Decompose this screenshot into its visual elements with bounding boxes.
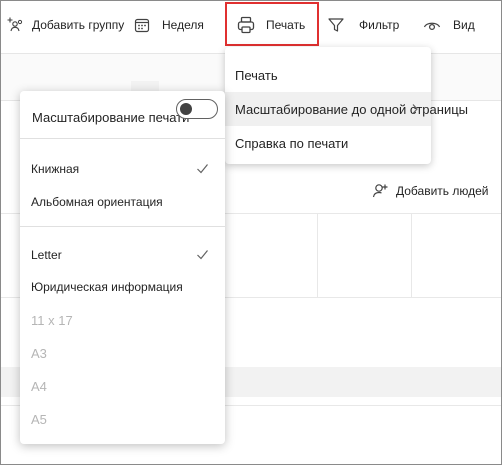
app-window: Добавить людей Добавить группу Неделя Пе… [0, 0, 502, 465]
menu-item-label: Масштабирование до одной страницы [235, 101, 468, 117]
menu-item-scale-to-page[interactable]: Масштабирование до одной страницы [225, 92, 468, 126]
add-group-label: Добавить группу [32, 18, 125, 32]
paper-size-label: A4 [31, 378, 47, 394]
checkmark-icon [197, 164, 208, 174]
paper-size-label: A3 [31, 345, 47, 361]
filter-button[interactable]: Фильтр [327, 1, 399, 49]
paper-size-label: 11 x 17 [31, 312, 73, 328]
paper-11x17: 11 x 17 [20, 304, 225, 336]
add-people-button[interactable]: Добавить людей [371, 179, 488, 203]
chevron-right-icon [412, 104, 418, 114]
menu-item-print-help[interactable]: Справка по печати [225, 126, 431, 160]
grid-line [317, 213, 318, 297]
paper-a4: A4 [20, 370, 225, 402]
paper-size-label: Юридическая информация [31, 280, 183, 294]
orientation-label: Книжная [31, 162, 80, 176]
orientation-portrait[interactable]: Книжная [20, 153, 225, 185]
eye-icon [423, 22, 441, 31]
week-button[interactable]: Неделя [134, 1, 204, 49]
menu-item-print[interactable]: Печать [225, 58, 431, 92]
grid-line [411, 213, 412, 297]
toggle-knob [180, 103, 192, 115]
paper-letter[interactable]: Letter [20, 239, 225, 271]
menu-item-label: Справка по печати [235, 135, 349, 151]
view-label: Вид [453, 18, 475, 32]
filter-icon [328, 18, 344, 32]
paper-a3: A3 [20, 337, 225, 369]
paper-legal[interactable]: Юридическая информация [20, 271, 225, 303]
calendar-icon [134, 18, 150, 33]
orientation-landscape[interactable]: Альбомная ориентация [20, 186, 225, 218]
add-group-button[interactable]: Добавить группу [6, 1, 124, 49]
divider [20, 138, 225, 139]
add-people-label: Добавить людей [396, 184, 489, 198]
divider [20, 226, 225, 227]
scale-submenu: Масштабирование печати Книжная Альбомная… [20, 91, 225, 444]
add-person-icon [372, 184, 388, 198]
orientation-label: Альбомная ориентация [31, 195, 163, 209]
view-button[interactable]: Вид [423, 1, 475, 49]
add-group-icon [7, 17, 23, 32]
menu-item-label: Печать [235, 67, 278, 83]
filter-label: Фильтр [359, 18, 400, 32]
paper-size-label: A5 [31, 411, 47, 427]
paper-a5: A5 [20, 403, 225, 435]
week-label: Неделя [162, 18, 204, 32]
paper-size-label: Letter [31, 248, 62, 262]
print-scaling-toggle[interactable] [176, 99, 218, 119]
checkmark-icon [197, 250, 208, 260]
print-scaling-label: Масштабирование печати [32, 109, 190, 125]
print-dropdown-menu: Печать Масштабирование до одной страницы… [225, 47, 468, 164]
print-highlight-box [225, 2, 319, 46]
